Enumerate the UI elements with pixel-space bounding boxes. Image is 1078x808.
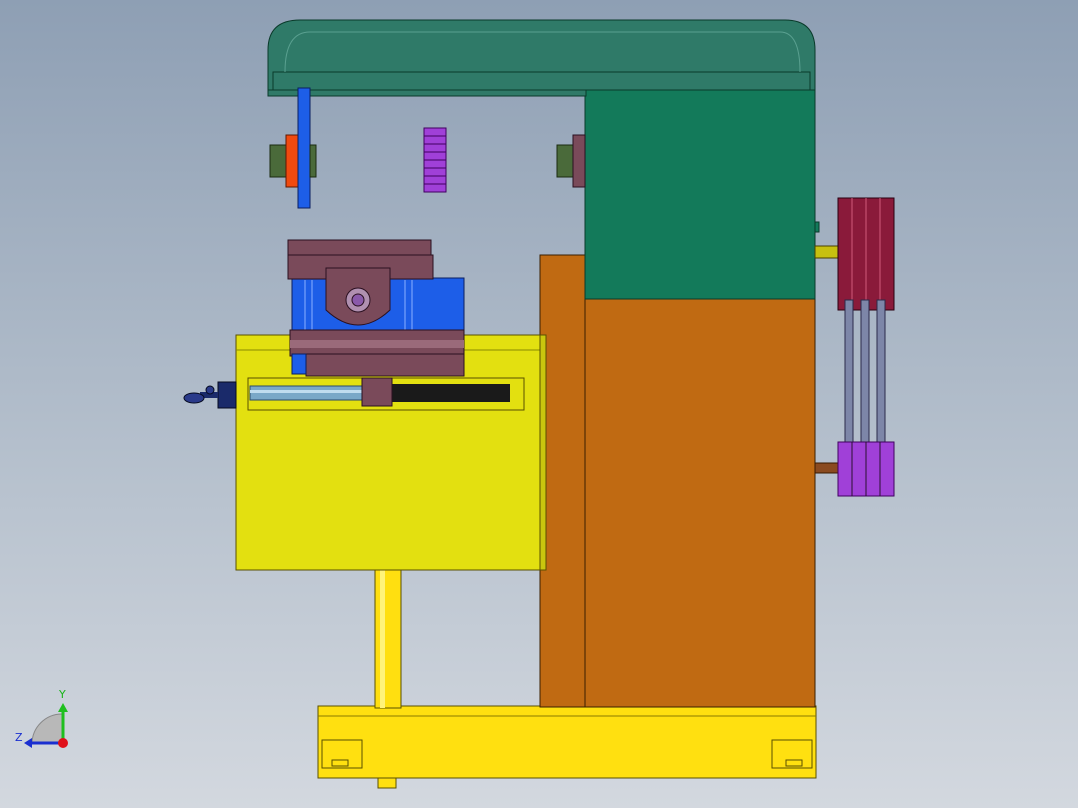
cad-viewport[interactable]: Y Z bbox=[0, 0, 1078, 808]
triad-z-label: Z bbox=[15, 731, 23, 744]
head-housing[interactable] bbox=[584, 87, 820, 300]
support-post[interactable] bbox=[374, 569, 402, 709]
machine-column[interactable] bbox=[539, 254, 816, 708]
machine-base[interactable] bbox=[317, 705, 817, 789]
drill-press-model[interactable] bbox=[0, 0, 1078, 808]
gear-icon bbox=[423, 127, 447, 193]
top-arm[interactable] bbox=[267, 19, 816, 97]
pulley-icon[interactable] bbox=[814, 197, 895, 497]
triad-y-label: Y bbox=[59, 688, 66, 701]
head-shaft-stub[interactable] bbox=[556, 134, 586, 188]
axis-triad bbox=[24, 703, 68, 748]
handwheel-icon[interactable] bbox=[183, 381, 237, 409]
spindle-gear-left[interactable] bbox=[269, 87, 317, 209]
